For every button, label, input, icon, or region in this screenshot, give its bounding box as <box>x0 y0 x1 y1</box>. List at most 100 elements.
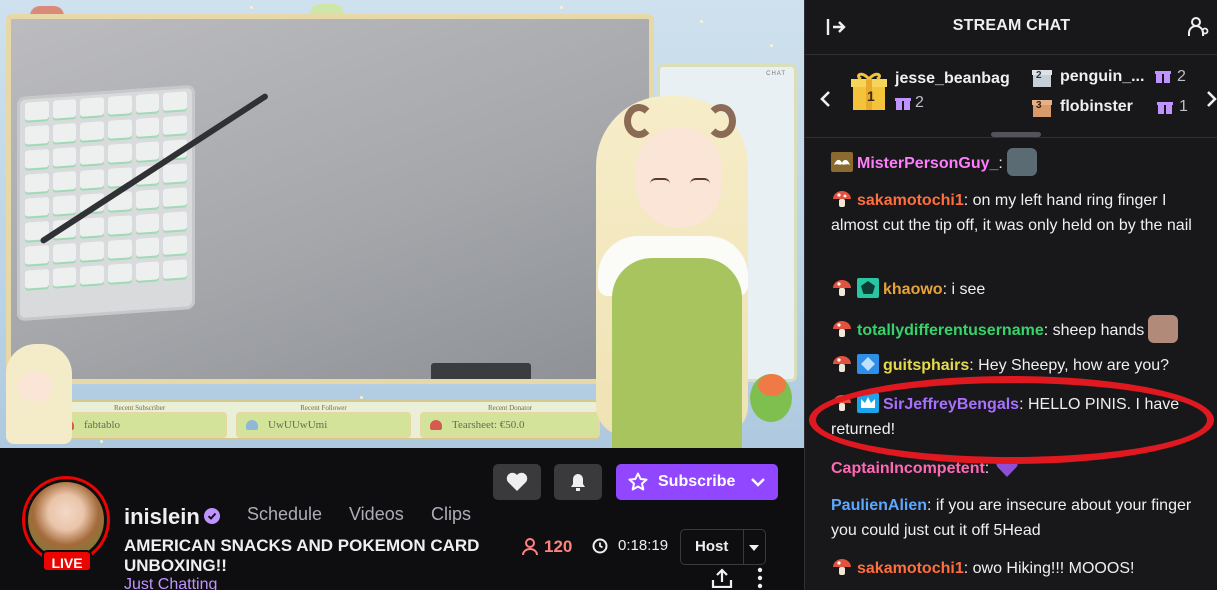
pentagon-badge-icon <box>857 278 879 298</box>
recent-donator-slot: Recent Donator Tearsheet: €50.0 <box>420 404 600 438</box>
gift-icon <box>1157 102 1173 114</box>
recent-subscriber-label: Recent Subscriber <box>113 404 166 412</box>
host-divider <box>743 530 744 564</box>
right-eye <box>690 178 710 184</box>
vtuber-face <box>636 128 722 228</box>
verified-icon <box>204 508 220 524</box>
chevron-down-icon <box>751 478 765 487</box>
chevron-left-icon[interactable] <box>819 90 833 108</box>
emote-icon <box>1006 148 1037 176</box>
leaderboard-count: 1 <box>1179 98 1188 115</box>
chat-separator: : <box>984 460 990 477</box>
diamond-badge-icon <box>857 354 879 374</box>
chat-username[interactable]: MisterPersonGuy_ <box>857 155 998 172</box>
mushroom-badge-icon <box>833 395 851 411</box>
mushroom-badge-icon <box>833 559 851 575</box>
viewer-count: 120 <box>544 537 573 556</box>
subscribe-button[interactable]: Subscribe <box>616 464 778 500</box>
chat-username[interactable]: guitsphairs <box>883 357 969 374</box>
leaderboard-scroll-handle[interactable] <box>991 132 1041 137</box>
chat-username[interactable]: SirJeffreyBengals <box>883 396 1019 413</box>
community-icon[interactable] <box>1188 16 1210 38</box>
chat-message: guitsphairs: Hey Sheepy, how are you? <box>831 353 1206 378</box>
chat-message: CaptainIncompetent: <box>831 456 1206 481</box>
nav-videos[interactable]: Videos <box>349 504 404 525</box>
rank-badge: 3 <box>1036 100 1042 111</box>
mushroom-icon <box>246 420 258 430</box>
recent-subscriber-value: fabtablo <box>84 419 121 431</box>
vtuber-dress <box>612 258 742 448</box>
chat-username[interactable]: CaptainIncompetent <box>831 460 985 477</box>
right-horn <box>706 104 736 138</box>
leaderboard-name: penguin_... <box>1060 68 1145 85</box>
host-button[interactable]: Host <box>680 529 766 565</box>
category-link[interactable]: Just Chatting <box>124 576 217 590</box>
chat-username[interactable]: PaulienAlien <box>831 497 927 514</box>
device-image <box>431 363 531 379</box>
gift-icon <box>895 98 911 110</box>
follow-button[interactable] <box>493 464 541 500</box>
star-icon <box>628 472 648 491</box>
chat-username[interactable]: sakamotochi1 <box>857 192 964 209</box>
chat-username[interactable]: totallydifferentusername <box>857 322 1044 339</box>
clock-icon <box>592 538 608 554</box>
more-options-icon[interactable] <box>755 566 765 590</box>
chat-message: MisterPersonGuy_: <box>831 148 1206 176</box>
host-label: Host <box>695 538 729 555</box>
mustache-badge-icon <box>831 152 853 172</box>
rank-badge: 1 <box>867 88 875 104</box>
chat-username[interactable]: sakamotochi1 <box>857 560 964 577</box>
recent-donator-label: Recent Donator <box>487 404 533 412</box>
mushroom-badge-icon <box>833 191 851 207</box>
mushroom-badge-icon <box>833 321 851 337</box>
left-eye <box>650 178 670 184</box>
person-icon <box>522 538 538 556</box>
chat-message: PaulienAlien: if you are insecure about … <box>831 493 1206 543</box>
chat-text: sheep hands <box>1048 322 1145 339</box>
camera-feed <box>6 14 654 384</box>
viewer-count-display: 120 <box>520 536 572 558</box>
share-icon[interactable] <box>710 568 734 588</box>
notifications-button[interactable] <box>554 464 602 500</box>
recent-follower-label: Recent Follower <box>300 404 347 412</box>
mini-avatar-face <box>18 372 52 402</box>
chat-title: STREAM CHAT <box>952 17 1071 34</box>
caret-down-icon[interactable] <box>749 544 759 552</box>
mushroom-icon <box>430 420 442 430</box>
chat-separator: : <box>998 155 1003 172</box>
leaderboard-count: 2 <box>1177 68 1186 85</box>
recent-donator-value: Tearsheet: €50.0 <box>452 419 525 431</box>
chat-text: owo Hiking!!! MOOOS! <box>968 560 1135 577</box>
overlay-alerts-bar: Recent Subscriber fabtablo Recent Follow… <box>40 400 600 440</box>
gift-leaderboard: 1 jesse_beanbag 2 2 penguin_... 2 3 flob… <box>805 56 1217 138</box>
emote-icon <box>1148 315 1179 343</box>
video-player[interactable]: CHAT Recent Subscriber fabtablo Recent F… <box>0 0 804 448</box>
channel-name[interactable]: inislein <box>124 504 200 530</box>
chat-text: i see <box>947 281 986 298</box>
recent-follower-value: UwUUwUmi <box>268 419 328 431</box>
nav-clips[interactable]: Clips <box>431 504 471 525</box>
channel-info-bar: LIVE inislein Schedule Videos Clips AMER… <box>0 448 804 590</box>
stream-uptime: 0:18:19 <box>618 537 669 554</box>
chat-message: totallydifferentusername: sheep hands <box>831 315 1206 343</box>
rank-badge: 2 <box>1036 70 1042 81</box>
gift-rank-3-icon <box>1032 100 1052 117</box>
chevron-right-icon[interactable] <box>1204 90 1217 108</box>
mushroom-badge-icon <box>833 356 851 372</box>
chat-text: Hey Sheepy, how are you? <box>973 357 1170 374</box>
chat-username[interactable]: khaowo <box>883 281 943 298</box>
chat-message-list: MisterPersonGuy_: sakamotochi1: on my le… <box>805 140 1217 590</box>
left-horn <box>624 104 654 138</box>
gift-icon <box>1155 71 1171 83</box>
recent-follower-slot: Recent Follower UwUUwUmi <box>236 404 411 438</box>
chat-message: khaowo: i see <box>831 277 1206 302</box>
chat-message: sakamotochi1: on my left hand ring finge… <box>831 188 1206 238</box>
overlay-chat-label: CHAT <box>766 71 786 77</box>
leaderboard-name: jesse_beanbag <box>895 70 1010 87</box>
live-badge: LIVE <box>42 550 92 572</box>
chat-message: sakamotochi1: owo Hiking!!! MOOOS! <box>831 556 1206 581</box>
bird-mascot <box>750 374 792 422</box>
nav-schedule[interactable]: Schedule <box>247 504 322 525</box>
leaderboard-count: 2 <box>915 94 924 111</box>
heart-icon <box>506 472 528 491</box>
